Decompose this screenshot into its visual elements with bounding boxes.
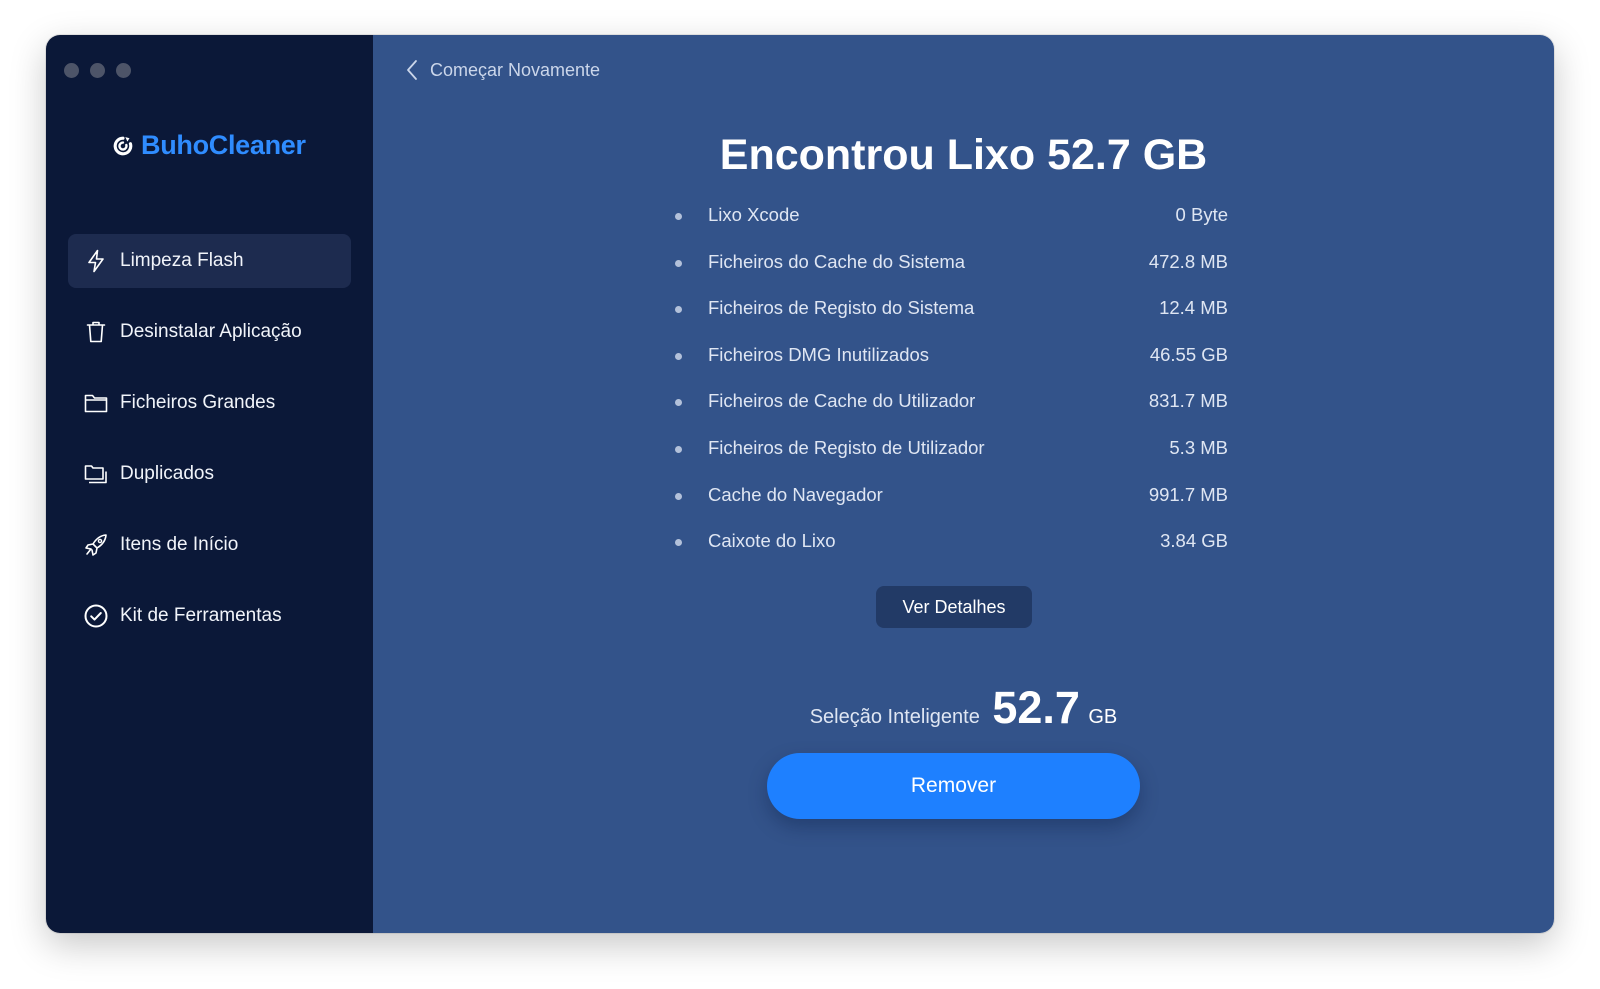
bullet-dot	[675, 259, 682, 267]
trash-icon	[84, 320, 108, 344]
list-item: Ficheiros de Registo do Sistema 12.4 MB	[671, 292, 1231, 339]
item-name: Ficheiros de Registo do Sistema	[708, 297, 975, 319]
list-item: Lixo Xcode 0 Byte	[671, 199, 1231, 246]
list-item: Ficheiros de Registo de Utilizador 5.3 M…	[671, 432, 1231, 479]
rocket-icon	[84, 533, 108, 557]
main-panel: Começar Novamente Encontrou Lixo 52.7 GB…	[373, 35, 1554, 933]
sidebar-item-duplicates[interactable]: Duplicados	[68, 447, 351, 501]
app-name: BuhoCleaner	[141, 130, 306, 160]
sidebar: BuhoCleaner Limpeza Flash Desinstalar Ap…	[46, 35, 373, 933]
item-name: Ficheiros DMG Inutilizados	[708, 343, 930, 365]
sidebar-item-label: Desinstalar Aplicação	[120, 321, 302, 342]
item-name: Cache do Navegador	[708, 483, 883, 505]
item-size: 46.55 GB	[1149, 343, 1228, 365]
item-name: Caixote do Lixo	[708, 530, 836, 552]
list-item: Cache do Navegador 991.7 MB	[671, 479, 1231, 526]
bullet-dot	[675, 492, 682, 500]
list-item: Ficheiros de Cache do Utilizador 831.7 M…	[671, 385, 1231, 432]
minimize-window-button[interactable]	[90, 63, 105, 78]
chevron-left-icon	[407, 60, 417, 80]
start-again-label: Começar Novamente	[430, 59, 601, 80]
bullet-dot	[675, 213, 682, 220]
item-name: Lixo Xcode	[708, 204, 800, 225]
sidebar-nav: Limpeza Flash Desinstalar Aplicação Fich…	[68, 234, 351, 660]
start-again-link[interactable]: Começar Novamente	[406, 59, 600, 81]
item-name: Ficheiros de Registo de Utilizador	[708, 436, 985, 458]
smart-selection-value: 52.7	[992, 682, 1080, 733]
item-size: 831.7 MB	[1148, 390, 1228, 412]
item-size: 0 Byte	[1175, 204, 1228, 225]
headline-total-unit: GB	[1142, 131, 1208, 179]
list-item: Caixote do Lixo 3.84 GB	[671, 525, 1231, 572]
headline-total-value: 52.7	[1047, 131, 1131, 179]
app-window: BuhoCleaner Limpeza Flash Desinstalar Ap…	[46, 35, 1554, 933]
list-item: Ficheiros DMG Inutilizados 46.55 GB	[671, 339, 1231, 386]
sidebar-item-label: Limpeza Flash	[120, 250, 244, 271]
bullet-dot	[675, 445, 682, 453]
sidebar-item-label: Itens de Início	[120, 534, 239, 555]
junk-list: Lixo Xcode 0 Byte Ficheiros do Cache do …	[671, 199, 1231, 572]
item-size: 991.7 MB	[1148, 483, 1228, 505]
item-size: 3.84 GB	[1160, 530, 1228, 552]
folder-icon	[84, 391, 108, 415]
smart-selection-label: Seleção Inteligente	[809, 706, 980, 728]
item-size: 472.8 MB	[1148, 250, 1228, 272]
buho-logo-icon	[113, 136, 133, 155]
sidebar-item-label: Duplicados	[120, 463, 214, 484]
sidebar-item-startup-items[interactable]: Itens de Início	[68, 518, 351, 572]
smart-selection-unit: GB	[1088, 706, 1118, 728]
bullet-dot	[675, 539, 682, 547]
window-controls	[64, 63, 131, 78]
duplicate-folder-icon	[84, 462, 108, 486]
close-window-button[interactable]	[64, 63, 79, 78]
item-size: 5.3 MB	[1169, 436, 1228, 458]
sidebar-item-large-files[interactable]: Ficheiros Grandes	[68, 376, 351, 430]
sidebar-item-label: Kit de Ferramentas	[120, 605, 282, 626]
lightning-icon	[84, 249, 108, 273]
page-title: Encontrou Lixo 52.7 GB	[373, 131, 1554, 180]
list-item: Ficheiros do Cache do Sistema 472.8 MB	[671, 246, 1231, 293]
sidebar-item-flash-clean[interactable]: Limpeza Flash	[68, 234, 351, 288]
sidebar-item-label: Ficheiros Grandes	[120, 392, 276, 413]
item-size: 12.4 MB	[1159, 297, 1228, 319]
headline-prefix: Encontrou Lixo	[719, 131, 1036, 179]
view-details-button[interactable]: Ver Detalhes	[876, 586, 1032, 628]
bullet-dot	[675, 306, 682, 314]
check-circle-icon	[84, 604, 108, 628]
app-logo: BuhoCleaner	[112, 130, 306, 161]
bullet-dot	[675, 352, 682, 360]
item-name: Ficheiros de Cache do Utilizador	[708, 390, 976, 412]
sidebar-item-uninstall-app[interactable]: Desinstalar Aplicação	[68, 305, 351, 359]
sidebar-item-toolkit[interactable]: Kit de Ferramentas	[68, 589, 351, 643]
remove-button[interactable]: Remover	[767, 753, 1140, 819]
item-name: Ficheiros do Cache do Sistema	[708, 250, 966, 272]
zoom-window-button[interactable]	[116, 63, 131, 78]
bullet-dot	[675, 399, 682, 407]
smart-selection-summary: Seleção Inteligente 52.7 GB	[373, 682, 1554, 734]
